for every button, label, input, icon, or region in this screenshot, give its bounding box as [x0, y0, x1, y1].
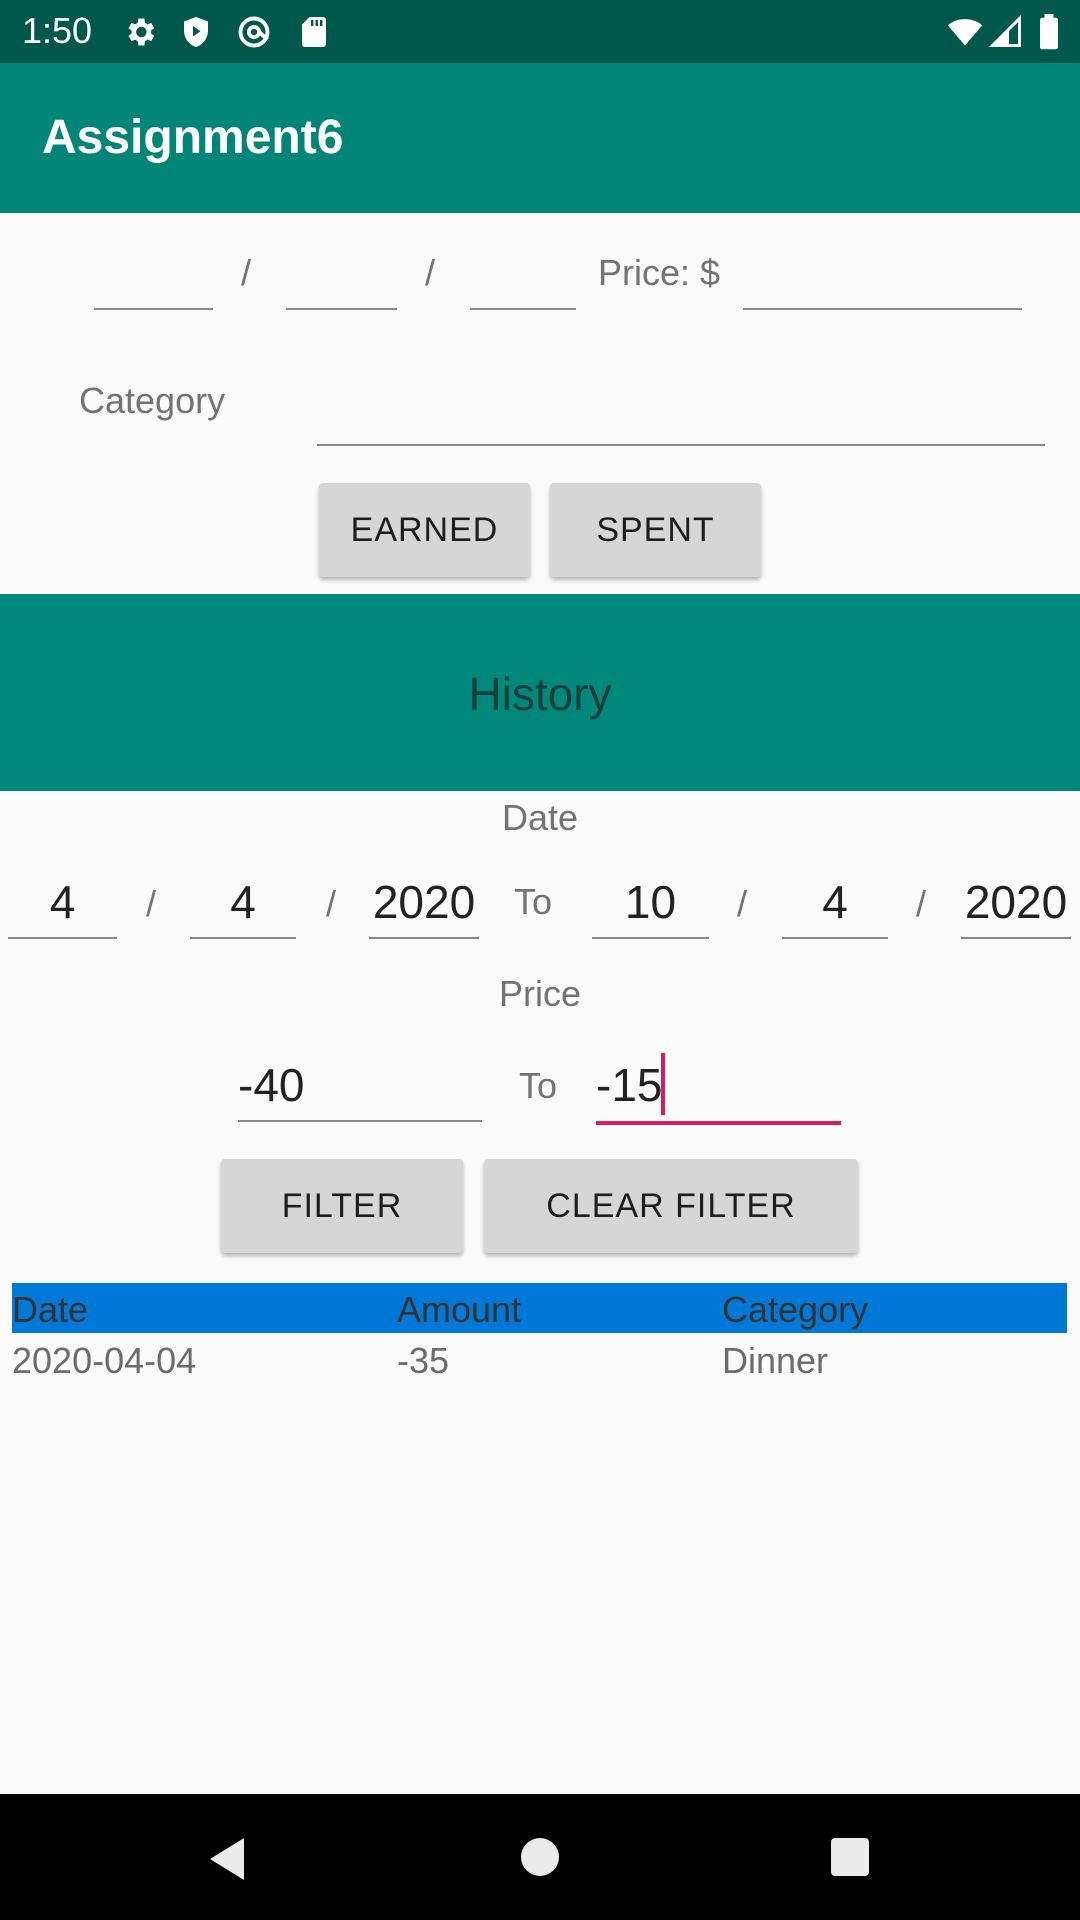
text-cursor	[661, 1053, 665, 1115]
back-icon[interactable]	[204, 1834, 250, 1884]
date-separator: /	[737, 883, 748, 924]
from-day-underline	[190, 937, 296, 939]
status-bar	[0, 0, 1080, 63]
earned-button[interactable]: EARNED	[319, 483, 530, 577]
app-title: Assignment6	[42, 111, 344, 164]
date-filter-label: Date	[501, 797, 579, 838]
table-row[interactable]: 2020-04-04 -35 Dinner	[12, 1337, 1067, 1385]
row-date: 2020-04-04	[12, 1340, 197, 1381]
category-label: Category	[79, 380, 226, 421]
price-to-label: To	[519, 1065, 558, 1106]
clear-filter-button[interactable]: CLEAR FILTER	[484, 1159, 858, 1253]
date-separator: /	[425, 252, 436, 293]
entry-year-field[interactable]	[470, 308, 576, 310]
date-separator: /	[916, 883, 927, 924]
status-time: 1:50	[22, 10, 93, 51]
to-year-value[interactable]: 2020	[961, 874, 1071, 930]
price-from-value[interactable]: -40	[238, 1057, 304, 1113]
from-day-value[interactable]: 4	[190, 874, 296, 930]
entry-price-field[interactable]	[743, 308, 1022, 310]
entry-day-field[interactable]	[286, 308, 397, 310]
entry-month-field[interactable]	[94, 308, 213, 310]
history-title: History	[468, 668, 612, 720]
from-year-underline	[369, 937, 479, 939]
table-header-amount: Amount	[397, 1289, 522, 1330]
table-header-category: Category	[722, 1289, 869, 1330]
sd-card-icon	[302, 17, 326, 47]
category-field[interactable]	[317, 444, 1045, 446]
price-label: Price: $	[598, 252, 721, 293]
home-icon[interactable]	[519, 1836, 561, 1878]
to-month-underline	[592, 937, 709, 939]
price-from-underline	[238, 1120, 482, 1122]
spent-button[interactable]: SPENT	[550, 483, 761, 577]
date-separator: /	[326, 883, 337, 924]
price-to-underline-focused	[596, 1121, 841, 1125]
gear-icon	[128, 18, 155, 46]
price-filter-label: Price	[498, 973, 582, 1014]
battery-icon	[1040, 14, 1058, 50]
signal-icon	[988, 14, 1021, 47]
price-to-value[interactable]: -15	[596, 1057, 662, 1113]
row-category: Dinner	[722, 1340, 829, 1381]
at-icon	[238, 16, 270, 48]
row-amount: -35	[397, 1340, 450, 1381]
to-day-underline	[782, 937, 888, 939]
from-month-underline	[8, 937, 117, 939]
date-separator: /	[146, 883, 157, 924]
from-year-value[interactable]: 2020	[369, 874, 479, 930]
from-month-value[interactable]: 4	[8, 874, 117, 930]
table-header	[12, 1283, 1067, 1333]
to-day-value[interactable]: 4	[782, 874, 888, 930]
recents-icon[interactable]	[829, 1836, 871, 1878]
wifi-icon	[947, 19, 983, 46]
date-to-label: To	[514, 881, 553, 922]
filter-button[interactable]: FILTER	[221, 1159, 463, 1253]
table-header-date: Date	[12, 1289, 89, 1330]
date-separator: /	[241, 252, 252, 293]
to-month-value[interactable]: 10	[592, 874, 709, 930]
to-year-underline	[961, 937, 1071, 939]
shield-play-icon	[184, 17, 208, 47]
